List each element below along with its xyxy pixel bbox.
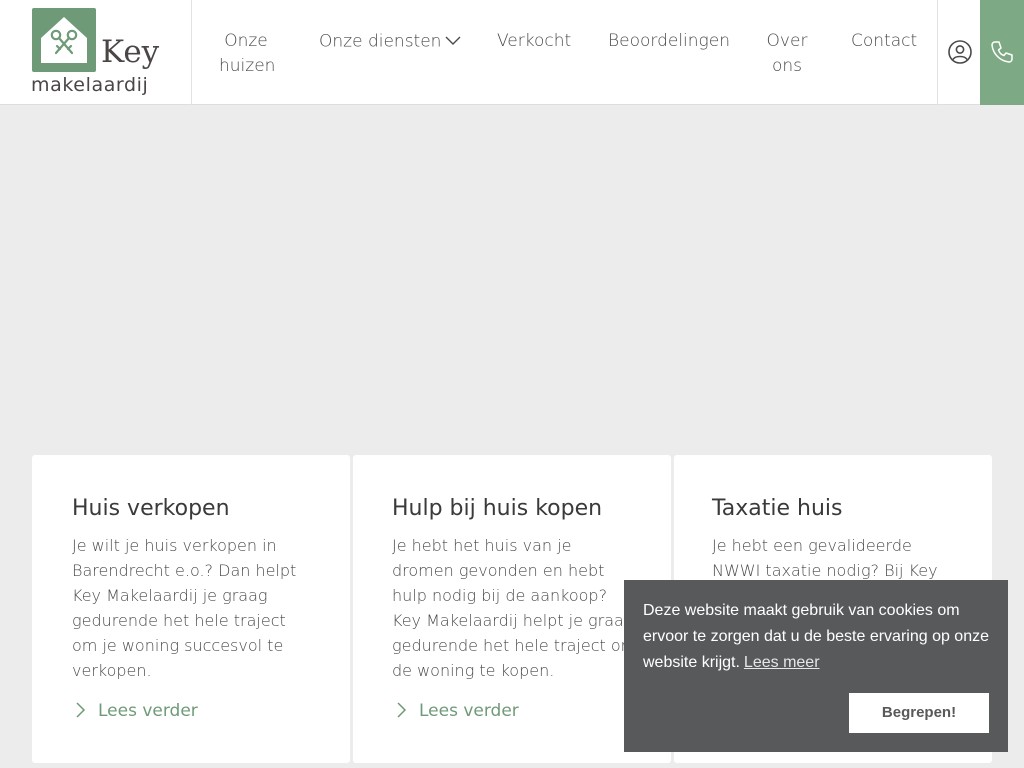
nav-item-label: Beoordelingen	[608, 31, 730, 51]
cookie-learn-more-link[interactable]: Lees meer	[744, 654, 820, 671]
phone-icon	[991, 41, 1013, 63]
nav-item-label: Onze diensten	[319, 31, 442, 52]
card-title: Taxatie huis	[712, 496, 843, 521]
chevron-right-icon	[397, 702, 407, 723]
cookie-message: Deze website maakt gebruik van cookies o…	[643, 598, 993, 676]
house-with-keys-icon	[32, 8, 96, 72]
read-more-link[interactable]: Lees verder	[76, 701, 198, 723]
nav-item-beoordelingen[interactable]: Beoordelingen	[608, 29, 730, 54]
nav-item-onze-huizen[interactable]: Onze huizen	[219, 29, 276, 79]
read-more-link[interactable]: Lees verder	[397, 701, 519, 723]
card-text: Je hebt een gevalideerde NWWI taxatie no…	[712, 536, 938, 580]
card-title: Huis verkopen	[72, 496, 230, 521]
service-card-verkopen: Huis verkopen Je wilt je huis verkopen i…	[32, 455, 350, 763]
logo-name: Key	[101, 34, 160, 70]
card-title: Hulp bij huis kopen	[392, 496, 603, 521]
nav-item-label: Contact	[851, 31, 918, 51]
account-button[interactable]	[937, 0, 980, 105]
nav-item-verkocht[interactable]: Verkocht	[497, 29, 571, 54]
card-text: Je hebt het huis van je dromen gevonden …	[392, 536, 637, 680]
card-text: Je wilt je huis verkopen in Barendrecht …	[72, 536, 297, 680]
nav-item-label: Over ons	[766, 31, 808, 76]
read-more-label: Lees verder	[419, 701, 519, 721]
nav-item-label: Onze huizen	[219, 31, 276, 76]
phone-button[interactable]	[980, 0, 1024, 105]
nav-item-over-ons[interactable]: Over ons	[764, 29, 810, 79]
nav-item-onze-diensten[interactable]: Onze diensten	[319, 29, 461, 55]
site-header: Key makelaardij Onze huizen Onze dienste…	[0, 0, 1024, 105]
logo-subtitle: makelaardij	[31, 74, 149, 96]
user-circle-icon	[948, 40, 972, 64]
read-more-label: Lees verder	[98, 701, 198, 721]
cookie-banner: Deze website maakt gebruik van cookies o…	[624, 580, 1008, 752]
chevron-down-icon	[445, 29, 461, 54]
nav-item-label: Verkocht	[497, 31, 572, 51]
logo[interactable]: Key makelaardij	[0, 0, 192, 105]
chevron-right-icon	[76, 702, 86, 723]
nav-item-contact[interactable]: Contact	[851, 29, 917, 54]
cookie-accept-button[interactable]: Begrepen!	[849, 693, 989, 733]
